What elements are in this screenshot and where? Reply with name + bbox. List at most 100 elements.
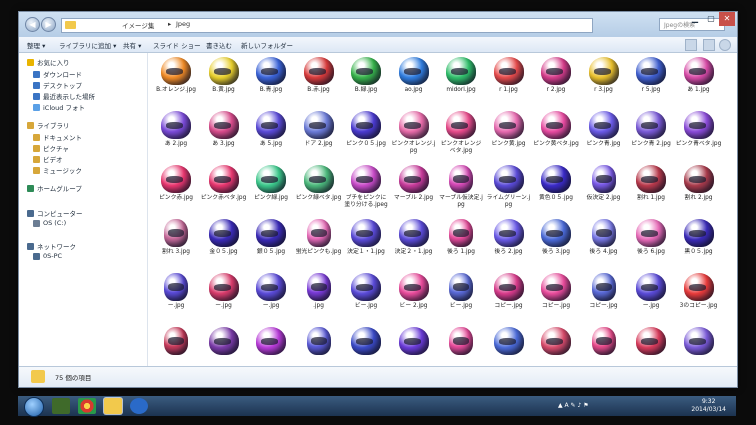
file-item[interactable]: 割れ 1.jpg: [628, 165, 674, 202]
sidebar-item[interactable]: OS (C:): [33, 219, 66, 227]
file-item[interactable]: 後ろ 4.jpg: [581, 219, 627, 256]
file-item[interactable]: r 2.jpg: [533, 57, 579, 94]
file-item[interactable]: コピー.jpg: [581, 273, 627, 310]
new-folder-button[interactable]: 新しいフォルダー: [241, 40, 293, 50]
file-item[interactable]: ピンク黄.jpg: [486, 111, 532, 148]
file-item[interactable]: 3のコピー.jpg: [676, 273, 722, 310]
file-item[interactable]: r 5.jpg: [628, 57, 674, 94]
file-item[interactable]: ビー.jpg: [343, 273, 389, 310]
file-item[interactable]: B.青.jpg: [248, 57, 294, 94]
file-item[interactable]: [581, 327, 627, 357]
file-item[interactable]: 銀０５.jpg: [248, 219, 294, 256]
file-item[interactable]: ピンクオレンジ.jpg: [391, 111, 437, 155]
file-item[interactable]: [248, 327, 294, 357]
file-item[interactable]: 決定１・1.jpg: [343, 219, 389, 256]
file-item[interactable]: 割れ 3.jpg: [153, 219, 199, 256]
share-button[interactable]: 共有 ▾: [123, 40, 141, 50]
file-item[interactable]: [676, 327, 722, 357]
file-item[interactable]: midori.jpg: [438, 57, 484, 94]
explorer-taskbar-icon[interactable]: [104, 398, 122, 414]
breadcrumb-item[interactable]: イメージ集: [122, 20, 154, 30]
sidebar-item[interactable]: ライブラリ: [27, 120, 70, 130]
sidebar-item[interactable]: お気に入り: [27, 57, 70, 67]
sidebar-item[interactable]: ダウンロード: [33, 69, 82, 79]
clock[interactable]: 9:32 2014/03/14: [691, 398, 726, 414]
file-item[interactable]: 後ろ 1.jpg: [438, 219, 484, 256]
file-item[interactable]: ピンク緑.jpg: [248, 165, 294, 202]
file-item[interactable]: ピンク赤ベタ.jpg: [201, 165, 247, 202]
media-player-taskbar-icon[interactable]: [52, 398, 70, 414]
file-item[interactable]: ピンク０５.jpg: [343, 111, 389, 148]
file-item[interactable]: ピンク黄ベタ.jpg: [533, 111, 579, 148]
file-item[interactable]: ビー.jpg: [438, 273, 484, 310]
file-item[interactable]: [201, 327, 247, 357]
tray-icons[interactable]: ▲ A ✎ ♪ ⚑: [558, 402, 589, 409]
file-item[interactable]: 決定２・1.jpg: [391, 219, 437, 256]
file-item[interactable]: B.緑.jpg: [343, 57, 389, 94]
slideshow-button[interactable]: スライド ショー: [153, 40, 201, 50]
file-item[interactable]: [628, 327, 674, 357]
file-item[interactable]: あ 5.jpg: [248, 111, 294, 148]
file-item[interactable]: マーブル仮決定.jpg: [438, 165, 484, 209]
file-item[interactable]: [343, 327, 389, 357]
forward-button[interactable]: ▶: [41, 17, 56, 32]
sidebar-item[interactable]: ビデオ: [33, 154, 63, 164]
file-item[interactable]: ピンク緑ベタ.jpg: [296, 165, 342, 202]
file-item[interactable]: ブチをピンクに塗り分ける.jpeg: [343, 165, 389, 209]
sidebar-item[interactable]: ミュージック: [33, 165, 82, 175]
file-item[interactable]: ピンクオレンジベタ.jpg: [438, 111, 484, 155]
organize-button[interactable]: 整理 ▾: [27, 40, 45, 50]
file-item[interactable]: 後ろ 6.jpg: [628, 219, 674, 256]
file-item[interactable]: 金０５.jpg: [201, 219, 247, 256]
preview-pane-icon[interactable]: [703, 39, 715, 51]
file-item[interactable]: あ 2.jpg: [153, 111, 199, 148]
file-item[interactable]: ー.jpg: [153, 273, 199, 310]
sidebar-item[interactable]: ピクチャ: [33, 143, 69, 153]
file-item[interactable]: ー.jpg: [628, 273, 674, 310]
sidebar-item[interactable]: デスクトップ: [33, 80, 82, 90]
sidebar-item[interactable]: ホームグループ: [27, 183, 82, 193]
file-item[interactable]: マーブル 2.jpg: [391, 165, 437, 202]
file-item[interactable]: .jpg: [296, 273, 342, 310]
ie-taskbar-icon[interactable]: [130, 398, 148, 414]
close-icon[interactable]: ✕: [719, 12, 735, 26]
file-item[interactable]: 仮決定 2.jpg: [581, 165, 627, 202]
file-item[interactable]: B.オレンジ.jpg: [153, 57, 199, 94]
file-item[interactable]: r 3.jpg: [581, 57, 627, 94]
file-item[interactable]: ビー 2.jpg: [391, 273, 437, 310]
file-item[interactable]: r 1.jpg: [486, 57, 532, 94]
add-to-library-button[interactable]: ライブラリに追加 ▾: [59, 40, 116, 50]
file-item[interactable]: ピンク青.jpg: [581, 111, 627, 148]
burn-button[interactable]: 書き込む: [206, 40, 232, 50]
view-options-icon[interactable]: [685, 39, 697, 51]
file-item[interactable]: [391, 327, 437, 357]
sidebar-item[interactable]: 0S-PC: [33, 252, 62, 260]
address-bar[interactable]: イメージ集 ▸ Jpeg: [61, 18, 593, 33]
maximize-icon[interactable]: ▢: [703, 12, 719, 26]
file-item[interactable]: ドア 2.jpg: [296, 111, 342, 148]
file-item[interactable]: 黄色０５.jpg: [533, 165, 579, 202]
file-item[interactable]: [153, 327, 199, 357]
sidebar-item[interactable]: iCloud フォト: [33, 102, 85, 112]
sidebar-item[interactable]: 最近表示した場所: [33, 91, 95, 101]
file-item[interactable]: ー.jpg: [201, 273, 247, 310]
file-item[interactable]: コピー.jpg: [486, 273, 532, 310]
file-item[interactable]: 蛍光ピンクも.jpg: [296, 219, 342, 256]
file-item[interactable]: ピンク青 2.jpg: [628, 111, 674, 148]
file-item[interactable]: 黒０５.jpg: [676, 219, 722, 256]
file-item[interactable]: [533, 327, 579, 357]
file-item[interactable]: 後ろ 3.jpg: [533, 219, 579, 256]
file-item[interactable]: B.赤.jpg: [296, 57, 342, 94]
help-icon[interactable]: [719, 39, 731, 51]
file-item[interactable]: ピンク赤.jpg: [153, 165, 199, 202]
file-item[interactable]: 割れ 2.jpg: [676, 165, 722, 202]
sidebar-item[interactable]: ドキュメント: [33, 132, 82, 142]
file-item[interactable]: ao.jpg: [391, 57, 437, 94]
file-item[interactable]: ピンク青ベタ.jpg: [676, 111, 722, 148]
file-item[interactable]: コピー.jpg: [533, 273, 579, 310]
file-item[interactable]: [296, 327, 342, 357]
file-item[interactable]: [438, 327, 484, 357]
file-item[interactable]: [486, 327, 532, 357]
minimize-icon[interactable]: ▁: [687, 12, 703, 26]
file-item[interactable]: 後ろ 2.jpg: [486, 219, 532, 256]
